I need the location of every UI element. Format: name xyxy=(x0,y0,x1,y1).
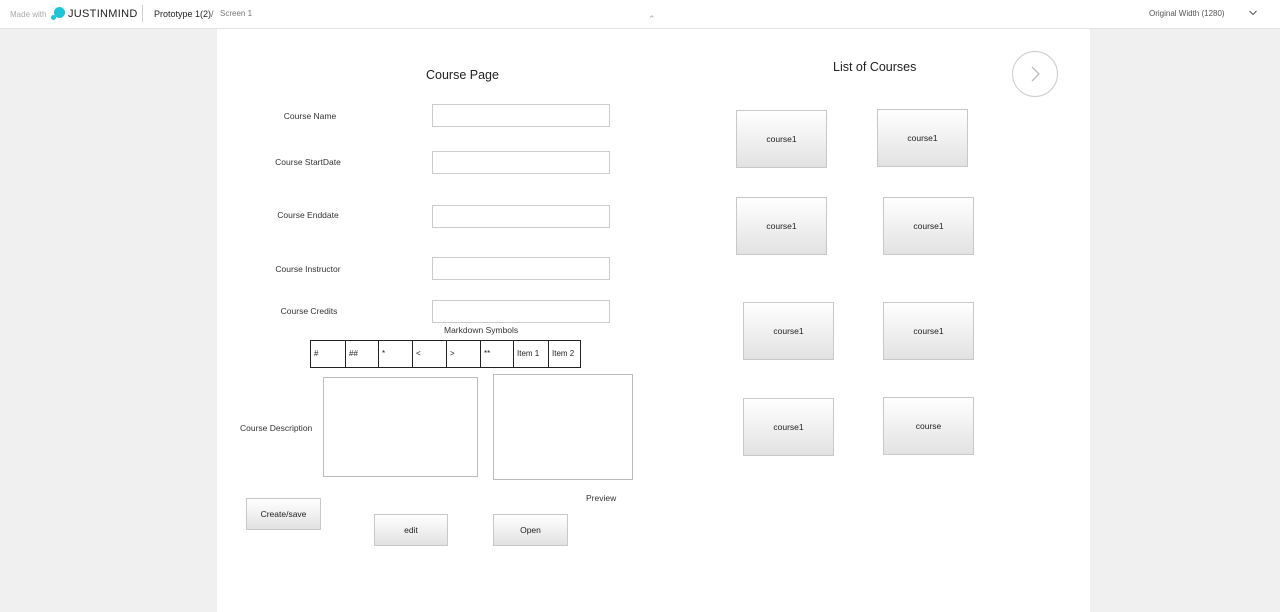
markdown-item2-button[interactable]: Item 2 xyxy=(549,341,580,367)
markdown-bold-button[interactable]: ** xyxy=(481,341,514,367)
course-instructor-label: Course Instructor xyxy=(275,264,341,274)
course-enddate-label: Course Enddate xyxy=(277,210,339,220)
made-with-label: Made with xyxy=(10,10,47,19)
markdown-heading1-button[interactable]: # xyxy=(311,341,346,367)
course-startdate-label: Course StartDate xyxy=(275,157,341,167)
justinmind-logo-icon xyxy=(51,7,65,21)
course-card[interactable]: course1 xyxy=(736,110,827,168)
markdown-toolbar: # ## * < > ** Item 1 Item 2 xyxy=(310,340,581,368)
course-startdate-input[interactable] xyxy=(432,151,610,174)
chevron-down-icon[interactable] xyxy=(1248,9,1258,17)
course-name-input[interactable] xyxy=(432,104,610,127)
next-screen-button[interactable] xyxy=(1012,51,1058,97)
course-card[interactable]: course1 xyxy=(877,109,968,167)
markdown-item1-button[interactable]: Item 1 xyxy=(514,341,549,367)
top-bar: Made with JUSTINMIND Prototype 1(2) / Sc… xyxy=(0,0,1280,29)
course-credits-input[interactable] xyxy=(432,300,610,323)
preview-label: Preview xyxy=(586,493,617,503)
markdown-heading2-button[interactable]: ## xyxy=(346,341,379,367)
course-card[interactable]: course1 xyxy=(736,197,827,255)
course-name-label: Course Name xyxy=(283,111,337,121)
breadcrumb-screen[interactable]: Screen 1 xyxy=(220,9,252,18)
course-card[interactable]: course1 xyxy=(883,302,974,360)
course-credits-label: Course Credits xyxy=(280,306,338,316)
course-card[interactable]: course1 xyxy=(743,302,834,360)
markdown-greater-than-button[interactable]: > xyxy=(447,341,481,367)
prototype-canvas: Course Page Course Name Course StartDate… xyxy=(217,29,1090,612)
markdown-italic-button[interactable]: * xyxy=(379,341,413,367)
markdown-symbols-label: Markdown Symbols xyxy=(444,325,519,335)
divider xyxy=(142,5,143,22)
breadcrumb-project[interactable]: Prototype 1(2) xyxy=(154,9,211,19)
list-of-courses-title: List of Courses xyxy=(833,60,917,74)
preview-box xyxy=(493,374,633,480)
course-enddate-input[interactable] xyxy=(432,205,610,228)
brand-name[interactable]: JUSTINMIND xyxy=(68,8,138,20)
create-save-button[interactable]: Create/save xyxy=(246,498,321,530)
breadcrumb-separator: / xyxy=(211,9,214,19)
open-button[interactable]: Open xyxy=(493,514,568,546)
chevron-right-icon xyxy=(1031,66,1040,82)
course-description-label: Course Description xyxy=(240,423,313,433)
course-description-textarea[interactable] xyxy=(323,377,478,477)
markdown-less-than-button[interactable]: < xyxy=(413,341,447,367)
page-title: Course Page xyxy=(426,68,499,82)
edit-button[interactable]: edit xyxy=(374,514,448,546)
chevron-up-icon[interactable]: ⌃ xyxy=(648,14,656,25)
course-card[interactable]: course1 xyxy=(743,398,834,456)
course-card[interactable]: course xyxy=(883,397,974,455)
course-instructor-input[interactable] xyxy=(432,257,610,280)
width-select[interactable]: Original Width (1280) xyxy=(1149,9,1225,18)
course-card[interactable]: course1 xyxy=(883,197,974,255)
